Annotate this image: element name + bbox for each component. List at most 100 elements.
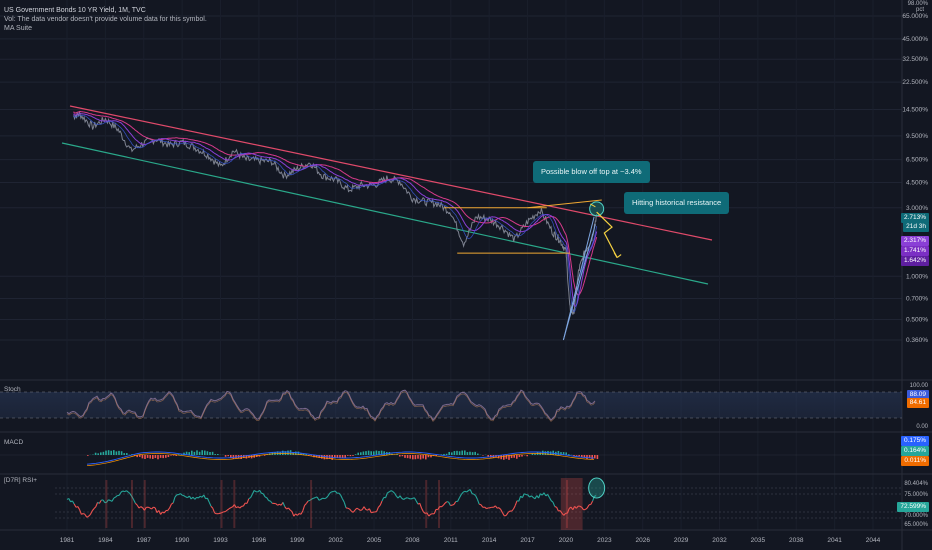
rsi-segment	[178, 493, 181, 496]
macd-histogram-bar	[209, 451, 211, 455]
ma-short-line	[73, 114, 598, 313]
rsi-segment	[507, 510, 511, 514]
x-tick-label: 2032	[712, 537, 727, 544]
macd-histogram-bar	[575, 455, 578, 456]
x-tick-label: 1987	[137, 537, 152, 544]
rsi-segment	[453, 501, 457, 505]
macd-histogram-bar	[458, 451, 461, 455]
x-tick-label: 1993	[213, 537, 228, 544]
rsi-segment	[194, 497, 198, 500]
macd-histogram-bar	[365, 451, 367, 455]
macd-histogram-bar	[87, 455, 89, 456]
macd-histogram-bar	[97, 453, 99, 455]
rsi-segment	[376, 507, 379, 512]
indicator-label[interactable]: MA Suite	[4, 24, 32, 33]
y-tick-label: 0.700%	[906, 296, 928, 303]
macd-pane-label[interactable]: MACD	[4, 439, 23, 446]
rsi-segment	[473, 493, 476, 497]
macd-histogram-bar	[139, 455, 141, 457]
rsi-segment	[68, 498, 72, 503]
rsi-segment	[172, 496, 176, 504]
macd-histogram-bar	[354, 454, 357, 455]
rsi-segment	[300, 510, 304, 515]
macd-histogram-bar	[419, 455, 422, 460]
rsi-segment	[500, 509, 504, 514]
macd-histogram-bar	[193, 451, 196, 455]
rsi-segment	[174, 494, 178, 498]
macd-histogram-bar	[159, 455, 162, 458]
macd-histogram-bar	[445, 453, 448, 455]
stoch-pane-label[interactable]: Stoch	[4, 386, 21, 393]
macd-histogram-bar	[180, 454, 183, 455]
rsi-level-1: 80.404%	[904, 481, 928, 487]
macd-histogram-bar	[323, 455, 326, 460]
rsi-segment	[302, 505, 306, 512]
rsi-alert-band	[565, 480, 568, 528]
rsi-segment	[206, 497, 210, 503]
macd-histogram-bar	[349, 455, 352, 457]
macd-histogram-bar	[204, 450, 206, 455]
x-tick-label: 2005	[367, 537, 382, 544]
macd-histogram-bar	[362, 451, 365, 455]
stoch-d-tag: 84.61	[906, 398, 929, 408]
rsi-segment	[494, 505, 498, 509]
rsi-pane-label[interactable]: [D7R] RSI+	[4, 477, 37, 484]
rsi-segment	[318, 498, 322, 501]
macd-histogram-bar	[165, 455, 167, 458]
macd-histogram-bar	[518, 455, 521, 458]
rsi-segment	[585, 507, 588, 510]
rsi-segment	[235, 506, 239, 509]
rsi-segment	[289, 509, 293, 513]
macd-histogram-bar	[263, 455, 266, 456]
macd-histogram-bar	[412, 455, 414, 460]
rsi-segment	[349, 508, 352, 512]
x-tick-label: 2023	[597, 537, 612, 544]
projection-path	[596, 211, 618, 258]
macd-histogram-bar	[214, 454, 216, 455]
rsi-segment	[548, 497, 552, 501]
rsi-segment	[122, 490, 125, 493]
macd-histogram-bar	[469, 451, 471, 455]
volume-note: Vol: The data vendor doesn't provide vol…	[4, 16, 207, 23]
rsi-segment	[163, 510, 167, 514]
chart-title[interactable]: US Government Bonds 10 YR Yield, 1M, TVC	[4, 6, 146, 15]
rsi-segment	[476, 499, 480, 505]
macd-histogram-bar	[149, 455, 151, 459]
rsi-segment	[210, 505, 214, 509]
macd-histogram-bar	[352, 455, 354, 456]
rsi-segment	[269, 500, 273, 504]
macd-signal-tag: 0.164%	[900, 446, 929, 456]
rsi-segment	[182, 494, 185, 497]
rsi-segment	[305, 500, 309, 504]
main-chart-svg[interactable]: 65.000% 45.000% 32.500% 22.500% 14.500% 9.500…	[0, 0, 932, 550]
rsi-segment	[71, 500, 75, 505]
macd-histogram-bar	[198, 451, 201, 455]
rsi-alert-band	[105, 480, 108, 528]
macd-histogram-bar	[471, 452, 474, 455]
rsi-segment	[486, 507, 489, 510]
x-tick-label: 2041	[827, 537, 842, 544]
macd-histogram-bar	[453, 451, 456, 455]
rsi-segment	[226, 508, 230, 511]
rsi-circle	[588, 477, 606, 499]
macd-histogram-bar	[191, 450, 193, 455]
rsi-segment	[413, 497, 417, 502]
rsi-segment	[84, 514, 88, 518]
macd-histogram-bar	[464, 450, 466, 455]
rsi-segment	[113, 496, 116, 499]
resistance-circle	[589, 201, 605, 217]
rsi-segment	[444, 501, 448, 504]
rsi-segment	[341, 498, 345, 503]
rsi-segment	[237, 506, 241, 509]
rsi-segment	[498, 507, 502, 510]
rsi-segment	[266, 497, 270, 501]
rsi-segment	[387, 491, 390, 494]
rsi-segment	[518, 496, 522, 502]
blowoff-callout[interactable]: Possible blow off top at ~3.4%	[533, 161, 650, 183]
resistance-callout[interactable]: Hitting historical resistance	[624, 192, 730, 214]
rsi-segment	[511, 508, 514, 512]
rsi-segment	[325, 495, 329, 499]
rsi-segment	[550, 500, 554, 503]
macd-histogram-bar	[367, 450, 370, 455]
rsi-segment	[248, 497, 251, 500]
